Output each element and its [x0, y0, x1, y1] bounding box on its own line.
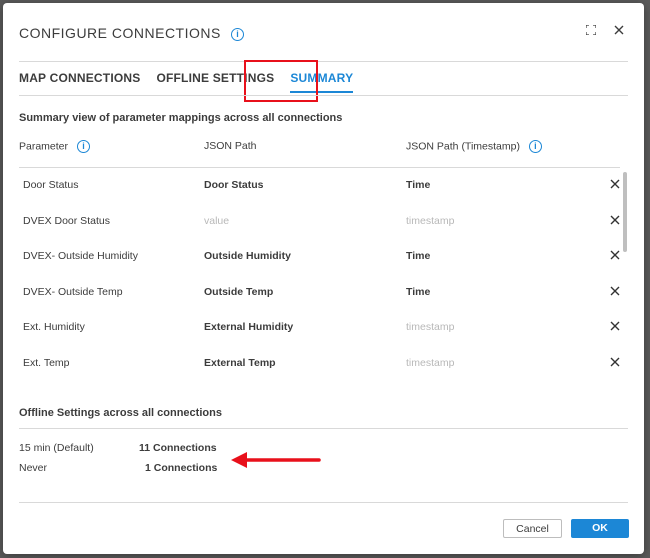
json-path-cell: External Temp	[204, 356, 276, 369]
column-header-json-path: JSON Path	[204, 140, 257, 152]
delete-row-icon[interactable]	[608, 284, 622, 298]
json-path-cell: Outside Temp	[204, 285, 274, 298]
parameter-cell: Ext. Temp	[23, 356, 70, 369]
column-header-timestamp-label: JSON Path (Timestamp)	[406, 140, 520, 153]
column-header-parameter-label: Parameter	[19, 140, 69, 153]
cancel-button[interactable]: Cancel	[503, 519, 562, 538]
timestamp-path-cell: Time	[406, 179, 431, 191]
offline-item-count: 1 Connections	[145, 462, 218, 474]
parameter-cell: Ext. Humidity	[23, 321, 85, 333]
info-icon[interactable]: i	[76, 140, 90, 153]
parameter-cell: DVEX- Outside Humidity	[23, 250, 138, 262]
parameter-cell: Door Status	[23, 179, 79, 191]
table-row: Ext. Humidity External Humidity timestamp	[19, 310, 622, 345]
close-icon[interactable]	[610, 21, 628, 39]
timestamp-path-cell: timestamp	[406, 214, 455, 227]
delete-row-icon[interactable]	[608, 248, 622, 262]
table-row: DVEX- Outside Temp Outside Temp Time	[19, 275, 622, 310]
configure-connections-dialog: CONFIGURE CONNECTIONS i MAP CONNECTIONS …	[3, 3, 644, 554]
ok-button[interactable]: OK	[571, 519, 629, 538]
offline-item-label: Never	[19, 462, 48, 474]
tab-map-connections[interactable]: MAP CONNECTIONS	[19, 67, 140, 95]
tabs-divider	[19, 95, 628, 96]
table-row: Door Status Door Status Time	[19, 168, 622, 203]
column-header-parameter: Parameter i	[19, 140, 90, 153]
info-icon[interactable]: i	[231, 27, 245, 41]
timestamp-path-cell: timestamp	[406, 321, 455, 333]
dialog-title-text: CONFIGURE CONNECTIONS	[19, 25, 221, 41]
dialog-header: CONFIGURE CONNECTIONS i	[19, 19, 628, 47]
table-row: DVEX- Outside Humidity Outside Humidity Ti…	[19, 239, 622, 274]
summary-heading: Summary view of parameter mappings acros…	[19, 112, 343, 124]
header-divider	[19, 61, 628, 62]
annotation-arrow	[231, 452, 321, 468]
timestamp-path-cell: Time	[406, 285, 431, 298]
parameter-cell: DVEX Door Status	[23, 214, 110, 227]
info-icon[interactable]: i	[528, 140, 542, 153]
json-path-cell: Outside Humidity	[204, 250, 291, 262]
scrollbar-thumb[interactable]	[623, 172, 627, 252]
expand-icon[interactable]	[582, 21, 600, 39]
timestamp-path-cell: timestamp	[406, 356, 455, 369]
json-path-cell: value	[204, 214, 230, 227]
parameter-cell: DVEX- Outside Temp	[23, 285, 123, 298]
offline-divider	[19, 428, 628, 429]
footer-divider	[19, 502, 628, 503]
delete-row-icon[interactable]	[608, 213, 622, 227]
table-row: Ext. Temp External Temp timestamp	[19, 346, 622, 379]
offline-item-count: 11 Connections	[139, 442, 217, 454]
offline-item-label: 15 min (Default)	[19, 442, 94, 454]
column-header-json-path-timestamp: JSON Path (Timestamp) i	[406, 140, 542, 153]
offline-heading: Offline Settings across all connections	[19, 407, 222, 419]
table-row: DVEX Door Status value timestamp	[19, 204, 622, 239]
dialog-title: CONFIGURE CONNECTIONS i	[19, 25, 245, 41]
timestamp-path-cell: Time	[406, 250, 431, 262]
json-path-cell: External Humidity	[204, 321, 294, 333]
json-path-cell: Door Status	[204, 179, 264, 191]
mapping-table: Door Status Door Status Time DVEX Door Stat…	[19, 168, 629, 378]
delete-row-icon[interactable]	[608, 355, 622, 369]
delete-row-icon[interactable]	[608, 319, 622, 333]
delete-row-icon[interactable]	[608, 177, 622, 191]
